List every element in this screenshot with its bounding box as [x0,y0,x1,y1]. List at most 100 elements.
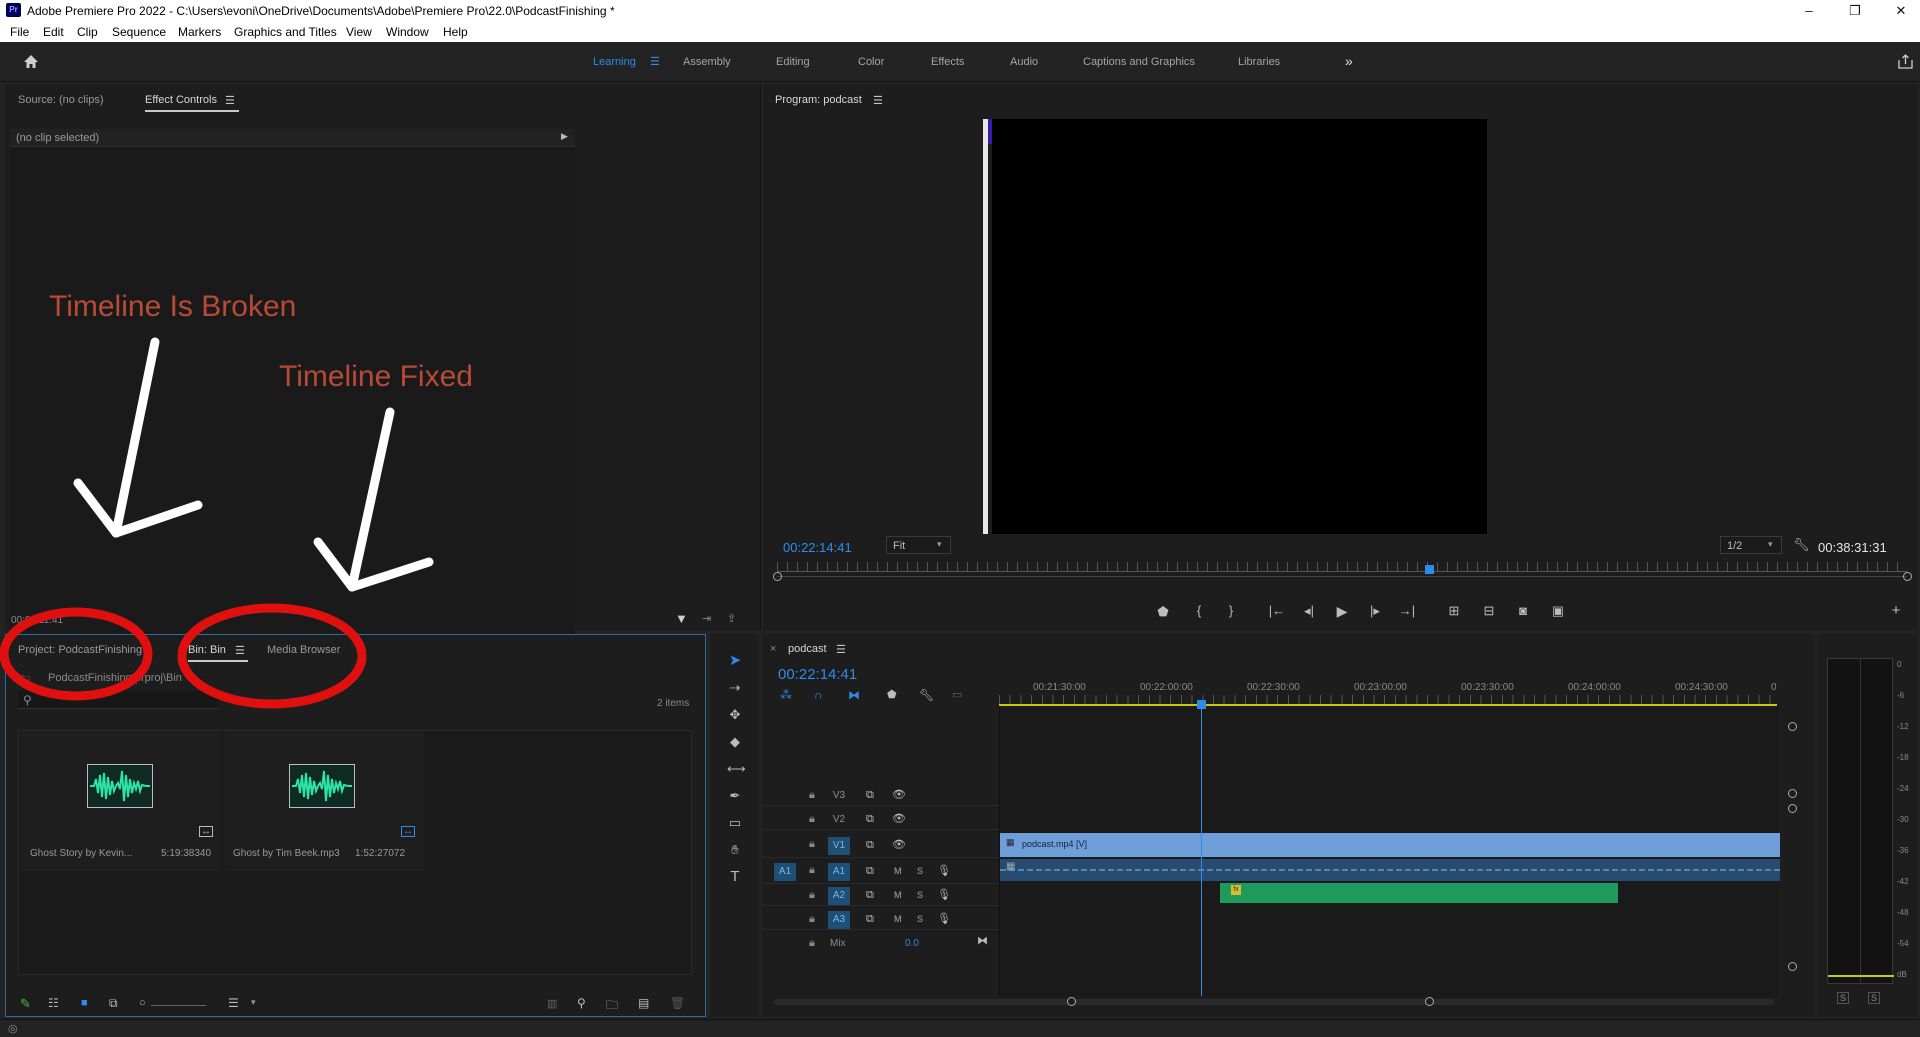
track-label-v1[interactable]: V1 [828,837,850,855]
menu-window[interactable]: Window [386,25,429,39]
go-to-end-icon[interactable]: ⧓ [977,934,988,947]
tab-sequence-podcast[interactable]: podcast [788,643,827,655]
add-marker-icon[interactable]: ⬟ [887,688,897,701]
menu-markers[interactable]: Markers [178,25,221,39]
expand-arrow-icon[interactable]: ▶ [561,131,568,142]
export-icon[interactable]: ⇪ [727,612,736,625]
export-frame-icon[interactable]: ◙ [1515,604,1531,618]
mark-in-icon[interactable]: { [1192,604,1206,618]
minimize-button[interactable]: – [1786,0,1832,22]
trash-icon[interactable]: 🗑︎ [670,996,685,1010]
menu-file[interactable]: File [10,25,29,39]
comparison-view-icon[interactable]: ▣ [1549,604,1567,618]
sync-lock-icon[interactable]: ⧉ [866,889,874,902]
lock-icon[interactable]: 🔒︎ [809,937,815,950]
close-window-button[interactable]: ✕ [1878,0,1920,22]
new-item-icon[interactable]: ▤ [638,996,649,1010]
timeline-settings-icon[interactable]: 🔧︎ [919,688,934,702]
new-bin-icon[interactable]: ▭ [238,694,248,707]
program-mini-ruler[interactable] [777,562,1907,572]
microphone-icon[interactable]: 🎙︎ [937,864,951,877]
eye-icon[interactable]: 👁︎ [892,838,906,851]
track-select-tool-icon[interactable]: ⇢ [727,681,743,695]
mute-button[interactable]: M [894,866,902,876]
track-label-a3[interactable]: A3 [828,911,850,929]
sync-lock-icon[interactable]: ⧉ [866,813,874,826]
bin-search-input[interactable]: ⚲ [18,691,218,709]
video-scroll-handle[interactable] [1788,722,1797,731]
lift-icon[interactable]: ⊞ [1445,604,1463,618]
return-icon[interactable]: ⇥ [702,612,711,625]
program-menu-icon[interactable]: ☰ [873,94,883,107]
rectangle-tool-icon[interactable]: ▭ [727,816,743,830]
menu-clip[interactable]: Clip [77,25,98,39]
workspace-menu-icon[interactable]: ☰ [650,55,660,68]
timeline-horizontal-scrollbar[interactable] [774,999,1774,1005]
play-icon[interactable]: ▶ [1334,604,1350,618]
timeline-ruler[interactable]: 00:21:30:00 00:22:00:00 00:22:30:00 00:2… [999,682,1777,706]
track-label-a2[interactable]: A2 [828,887,850,905]
menu-edit[interactable]: Edit [43,25,64,39]
microphone-icon[interactable]: 🎙︎ [937,888,951,901]
workspace-audio[interactable]: Audio [1010,56,1038,68]
list-view-icon[interactable]: ☷ [48,996,59,1010]
icon-view-icon[interactable]: ■ [81,997,88,1009]
timeline-playhead-handle[interactable] [1197,700,1207,709]
track-scroll-handle[interactable] [1788,804,1797,813]
zoom-fit-select[interactable]: Fit ▾ [886,536,951,554]
mark-out-icon[interactable]: } [1224,604,1238,618]
sort-icon[interactable]: ☰ [228,996,239,1010]
mute-button[interactable]: M [894,914,902,924]
workspace-learning[interactable]: Learning [593,56,636,68]
step-back-icon[interactable]: ◂| [1300,604,1318,618]
add-button-icon[interactable]: + [1889,603,1903,618]
menu-view[interactable]: View [346,25,372,39]
program-monitor-title[interactable]: Program: podcast [775,94,862,106]
program-playhead[interactable] [1425,565,1434,574]
tab-bin[interactable]: Bin: Bin [188,644,226,656]
solo-button[interactable]: S [917,890,923,900]
workspace-libraries[interactable]: Libraries [1238,56,1280,68]
close-sequence-icon[interactable]: × [770,643,776,655]
bin-item[interactable]: ↔ Ghost by Tim Beek.mp3 1:52:27072 [225,731,425,871]
tab-project[interactable]: Project: PodcastFinishing [18,644,142,656]
solo-right-button[interactable]: S [1868,992,1880,1004]
program-scroll-track[interactable] [777,576,1907,577]
lock-icon[interactable]: 🔒︎ [809,864,815,877]
scroll-handle-right[interactable] [1903,572,1912,581]
lock-icon[interactable]: 🔒︎ [809,889,815,902]
menu-graphics-and-titles[interactable]: Graphics and Titles [234,25,337,39]
audio-clip-a1[interactable]: ▦ [1000,859,1780,881]
wrench-icon[interactable]: 🔧︎ [1793,537,1810,553]
slip-tool-icon[interactable]: ⟷ [727,762,746,776]
solo-left-button[interactable]: S [1837,992,1849,1004]
sync-lock-icon[interactable]: ⧉ [866,913,874,926]
lock-icon[interactable]: 🔒︎ [809,838,815,851]
chevron-down-icon[interactable]: ▾ [251,997,256,1008]
sync-lock-icon[interactable]: ⧉ [866,789,874,802]
mute-button[interactable]: M [894,890,902,900]
share-icon[interactable] [1898,54,1913,69]
track-scroll-handle[interactable] [1788,789,1797,798]
type-tool-icon[interactable]: T [727,869,743,884]
workspace-assembly[interactable]: Assembly [683,56,731,68]
snap-icon[interactable]: ∩ [814,688,823,702]
track-label-a1[interactable]: A1 [828,863,850,881]
eye-icon[interactable]: 👁︎ [892,788,906,801]
new-bin-icon[interactable]: 🗀︎ [606,996,618,1017]
track-scroll-handle[interactable] [1788,962,1797,971]
audio-clip-a2[interactable]: fx [1220,883,1618,903]
filter-icon[interactable]: ▼ [675,611,688,626]
sequence-menu-icon[interactable]: ☰ [836,643,846,656]
tab-source[interactable]: Source: (no clips) [18,94,104,106]
find-icon[interactable]: ⚲ [577,996,586,1010]
captions-icon[interactable]: ▭ [952,688,962,701]
scroll-zoom-handle-left[interactable] [1067,997,1076,1006]
workspace-effects[interactable]: Effects [931,56,964,68]
lock-icon[interactable]: 🔒︎ [809,813,815,826]
workspace-editing[interactable]: Editing [776,56,810,68]
bin-menu-icon[interactable]: ☰ [235,644,245,657]
automate-to-sequence-icon[interactable]: ▥ [547,997,557,1010]
lock-icon[interactable]: 🔒︎ [809,789,815,802]
tab-media-browser[interactable]: Media Browser [267,644,340,656]
